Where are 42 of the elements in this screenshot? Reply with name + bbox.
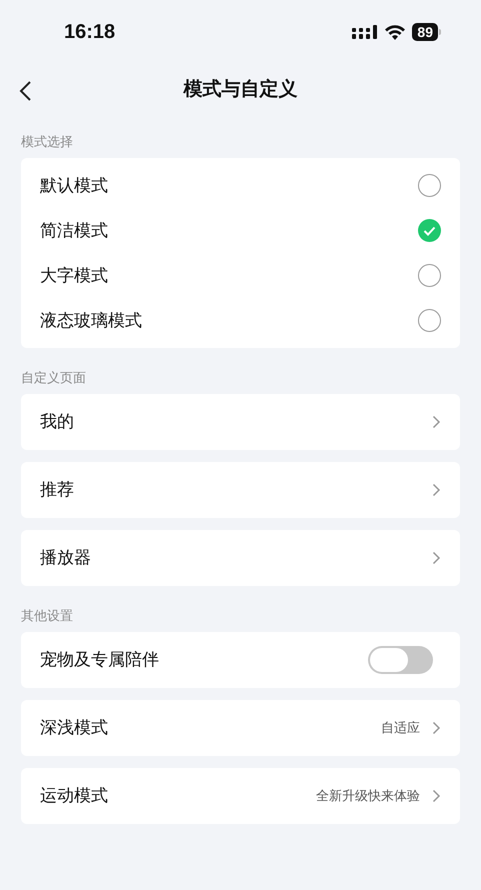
row-label: 大字模式 [40, 264, 108, 287]
settings-row[interactable]: 播放器 [21, 530, 460, 586]
back-icon[interactable] [18, 80, 32, 102]
settings-row[interactable]: 深浅模式 自适应 [21, 700, 460, 756]
radio-button[interactable] [418, 264, 441, 287]
radio-button[interactable] [418, 174, 441, 197]
row-value: 全新升级快来体验 [316, 787, 420, 806]
page-title: 模式与自定义 [184, 78, 298, 102]
signal-icon [352, 25, 378, 39]
chevron-right-icon [432, 551, 441, 565]
chevron-right-icon [432, 721, 441, 735]
row-label: 深浅模式 [40, 717, 108, 740]
option-row[interactable]: 大字模式 [21, 253, 460, 298]
row-label: 宠物及专属陪伴 [40, 649, 159, 672]
row-label: 简洁模式 [40, 220, 108, 242]
radio-button[interactable] [418, 309, 441, 332]
row-label: 播放器 [40, 547, 91, 570]
row-value: 自适应 [381, 719, 420, 738]
chevron-right-icon [432, 483, 441, 497]
section-header: 其他设置 [21, 607, 74, 625]
row-label: 运动模式 [40, 785, 108, 808]
option-row[interactable]: 液态玻璃模式 [21, 298, 460, 343]
chevron-right-icon [432, 415, 441, 429]
row-label: 我的 [40, 411, 74, 434]
battery-icon: 89 [412, 23, 441, 41]
toggle-switch[interactable] [368, 646, 433, 674]
settings-row[interactable]: 运动模式 全新升级快来体验 [21, 768, 460, 824]
status-time: 16:18 [64, 20, 116, 45]
section-header: 模式选择 [21, 133, 74, 151]
row-label: 液态玻璃模式 [40, 310, 142, 332]
settings-row[interactable]: 推荐 [21, 462, 460, 518]
settings-row[interactable]: 我的 [21, 394, 460, 450]
settings-row[interactable]: 宠物及专属陪伴 [21, 632, 460, 688]
section-header: 自定义页面 [21, 369, 87, 387]
option-row[interactable]: 默认模式 [21, 163, 460, 208]
row-label: 默认模式 [40, 174, 108, 197]
row-label: 推荐 [40, 479, 74, 502]
chevron-right-icon [432, 789, 441, 803]
wifi-icon [384, 24, 406, 40]
checkmark-icon [423, 226, 436, 236]
radio-button[interactable] [418, 219, 441, 242]
option-row[interactable]: 简洁模式 [21, 208, 460, 253]
